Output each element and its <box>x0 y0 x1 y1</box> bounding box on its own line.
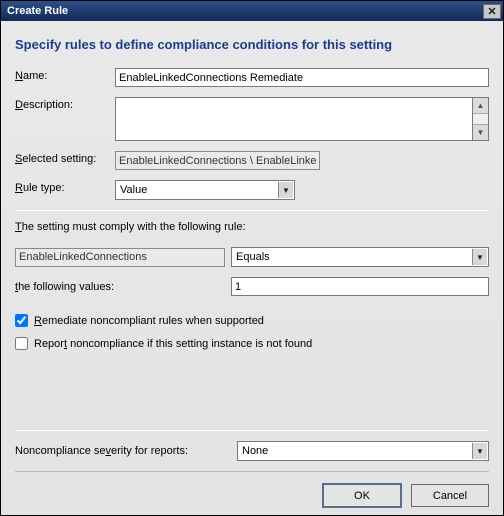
severity-value: None <box>242 445 268 457</box>
rule-type-value: Value <box>120 184 147 196</box>
name-input[interactable] <box>115 68 489 87</box>
window-title: Create Rule <box>7 5 483 17</box>
chevron-down-icon: ▼ <box>472 443 487 459</box>
rule-sentence-label: The setting must comply with the followi… <box>15 221 489 233</box>
remediate-label: Remediate noncompliant rules when suppor… <box>34 315 264 327</box>
operator-dropdown[interactable]: Equals ▼ <box>231 247 489 267</box>
page-heading: Specify rules to define compliance condi… <box>15 37 489 52</box>
values-input[interactable] <box>231 277 489 296</box>
severity-dropdown[interactable]: None ▼ <box>237 441 489 461</box>
divider <box>15 430 489 431</box>
rule-setting-name <box>15 248 225 267</box>
report-noncompliance-label: Report noncompliance if this setting ins… <box>34 338 312 350</box>
description-label: Description: <box>15 97 115 111</box>
remediate-checkbox[interactable] <box>15 314 28 327</box>
rule-type-label: Rule type: <box>15 180 115 194</box>
divider <box>15 210 489 211</box>
client-area: Specify rules to define compliance condi… <box>1 21 503 515</box>
selected-setting-readonly <box>115 151 320 170</box>
scroll-up-icon[interactable]: ▲ <box>473 98 488 114</box>
create-rule-dialog: Create Rule ✕ Specify rules to define co… <box>0 0 504 516</box>
scroll-down-icon[interactable]: ▼ <box>473 124 488 140</box>
chevron-down-icon: ▼ <box>278 182 293 198</box>
cancel-button[interactable]: Cancel <box>411 484 489 507</box>
chevron-down-icon: ▼ <box>472 249 487 265</box>
following-values-label: the following values: <box>15 281 231 293</box>
description-scrollbar[interactable]: ▲ ▼ <box>473 97 489 141</box>
titlebar: Create Rule ✕ <box>1 1 503 21</box>
close-icon[interactable]: ✕ <box>483 4 501 19</box>
severity-label: Noncompliance severity for reports: <box>15 445 231 457</box>
report-noncompliance-checkbox[interactable] <box>15 337 28 350</box>
operator-value: Equals <box>236 251 270 263</box>
dialog-buttons: OK Cancel <box>15 471 489 511</box>
ok-button[interactable]: OK <box>323 484 401 507</box>
name-label: Name: <box>15 68 115 82</box>
selected-setting-label: Selected setting: <box>15 151 115 165</box>
description-input[interactable] <box>115 97 473 141</box>
rule-type-dropdown[interactable]: Value ▼ <box>115 180 295 200</box>
